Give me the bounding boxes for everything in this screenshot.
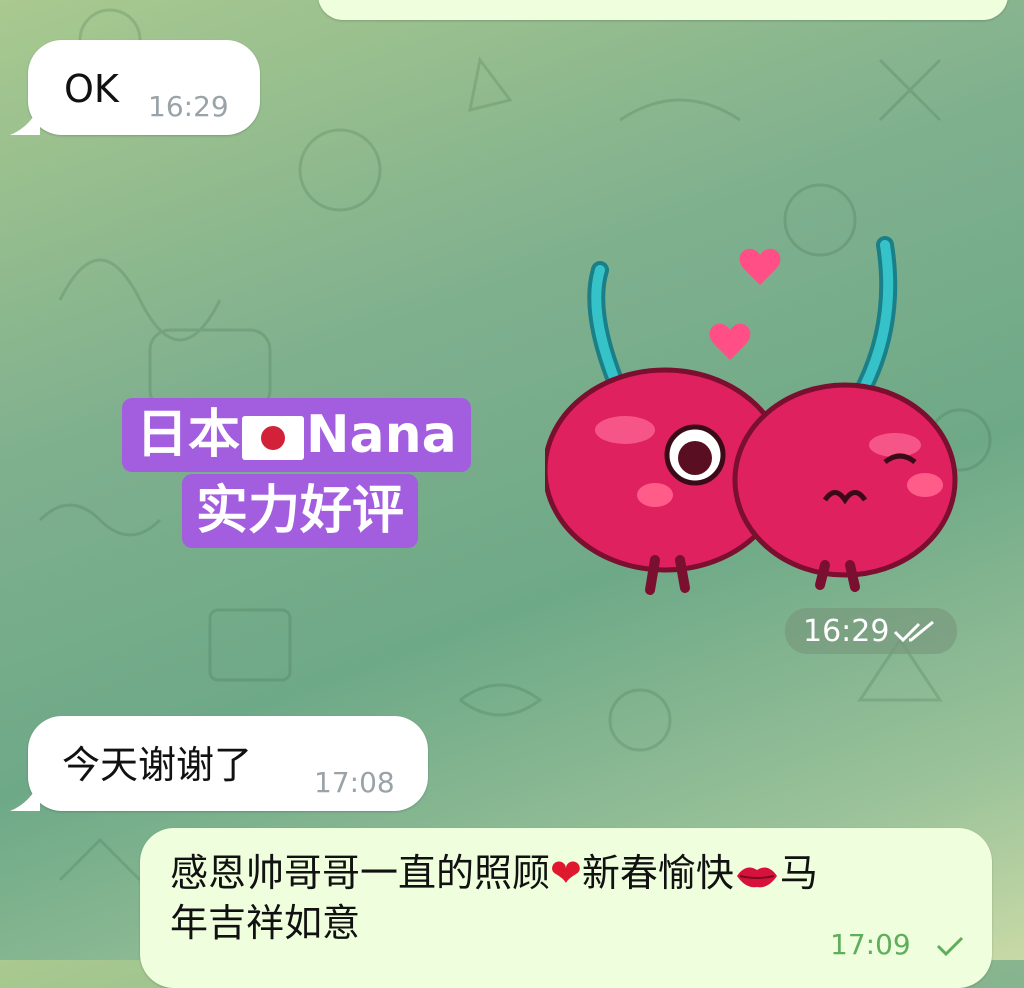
message-text: OK <box>64 67 119 111</box>
message-time: 16:29 <box>803 614 890 649</box>
outgoing-message-bubble[interactable]: 感恩帅哥哥一直的照顾❤新春愉快马 年吉祥如意 17:09 <box>140 828 992 988</box>
bubble-tail <box>10 781 40 811</box>
incoming-message-bubble[interactable]: OK 16:29 <box>28 40 260 135</box>
message-time: 16:29 <box>148 90 229 123</box>
message-text: 今天谢谢了 <box>62 743 253 787</box>
kiss-lips-icon <box>736 867 777 887</box>
red-heart-icon: ❤ <box>550 851 582 895</box>
cherry-kiss-sticker <box>545 236 958 595</box>
sticker-time-pill: 16:29 <box>785 608 957 654</box>
sticker-caption-line2: 实力好评 <box>182 474 419 548</box>
double-check-icon <box>893 620 934 643</box>
message-time: 17:09 <box>830 928 911 961</box>
sticker-caption-line1: 日本 Nana <box>122 398 471 472</box>
sticker-message[interactable]: 日本 Nana 实力好评 16:29 <box>120 230 960 660</box>
incoming-message-bubble[interactable]: 今天谢谢了 17:08 <box>28 716 428 811</box>
japan-flag-icon <box>242 416 305 460</box>
bubble-tail <box>10 105 40 135</box>
outgoing-bubble-partial[interactable] <box>318 0 1008 20</box>
message-time: 17:08 <box>314 766 395 799</box>
single-check-icon <box>936 936 964 957</box>
